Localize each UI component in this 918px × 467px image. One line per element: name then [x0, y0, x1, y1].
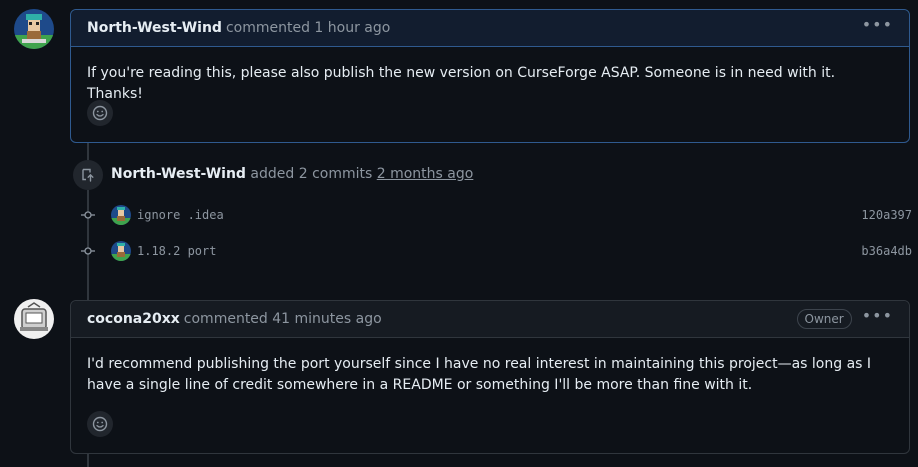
comment-timestamp[interactable]: commented 41 minutes ago [184, 311, 382, 327]
comment-card: North-West-Wind commented 1 hour ago •••… [70, 9, 910, 143]
comment-card: cocona20xx commented 41 minutes ago Owne… [70, 300, 910, 454]
push-event-badge [73, 160, 103, 190]
timeline-line [87, 143, 89, 160]
author-avatar[interactable] [14, 299, 54, 339]
push-icon [82, 168, 94, 182]
commit-author-avatar[interactable] [111, 205, 131, 225]
comment-header: cocona20xx commented 41 minutes ago Owne… [71, 301, 909, 338]
add-reaction-button[interactable] [87, 100, 113, 126]
commit-sha-link[interactable]: 120a397 [861, 208, 912, 222]
commit-message-link[interactable]: 1.18.2 port [137, 244, 216, 258]
git-commit-icon [78, 207, 98, 223]
event-author-link[interactable]: North-West-Wind [111, 166, 246, 182]
commit-author-avatar[interactable] [111, 241, 131, 261]
comment-timestamp[interactable]: commented 1 hour ago [226, 20, 390, 36]
smiley-icon [92, 105, 108, 121]
event-timestamp-link[interactable]: 2 months ago [377, 166, 474, 182]
timeline-line [87, 454, 89, 467]
push-event-text: North-West-Wind added 2 commits 2 months… [111, 163, 473, 185]
kebab-menu-icon[interactable]: ••• [862, 308, 893, 327]
comment-author-link[interactable]: North-West-Wind [87, 20, 222, 36]
comment-author-link[interactable]: cocona20xx [87, 311, 180, 327]
commit-sha-link[interactable]: b36a4db [861, 244, 912, 258]
comment-body: I'd recommend publishing the port yourse… [87, 356, 872, 393]
owner-badge: Owner [796, 309, 852, 329]
commit-message-link[interactable]: ignore .idea [137, 208, 224, 222]
commit-row: ignore .idea 120a397 [78, 203, 912, 227]
comment-header: North-West-Wind commented 1 hour ago ••• [71, 10, 909, 47]
kebab-menu-icon[interactable]: ••• [862, 17, 893, 36]
commit-row: 1.18.2 port b36a4db [78, 239, 912, 263]
comment-body: If you're reading this, please also publ… [87, 65, 836, 102]
event-verb: added 2 commits [250, 166, 373, 182]
author-avatar[interactable] [14, 9, 54, 49]
git-commit-icon [78, 243, 98, 259]
smiley-icon [92, 416, 108, 432]
add-reaction-button[interactable] [87, 411, 113, 437]
